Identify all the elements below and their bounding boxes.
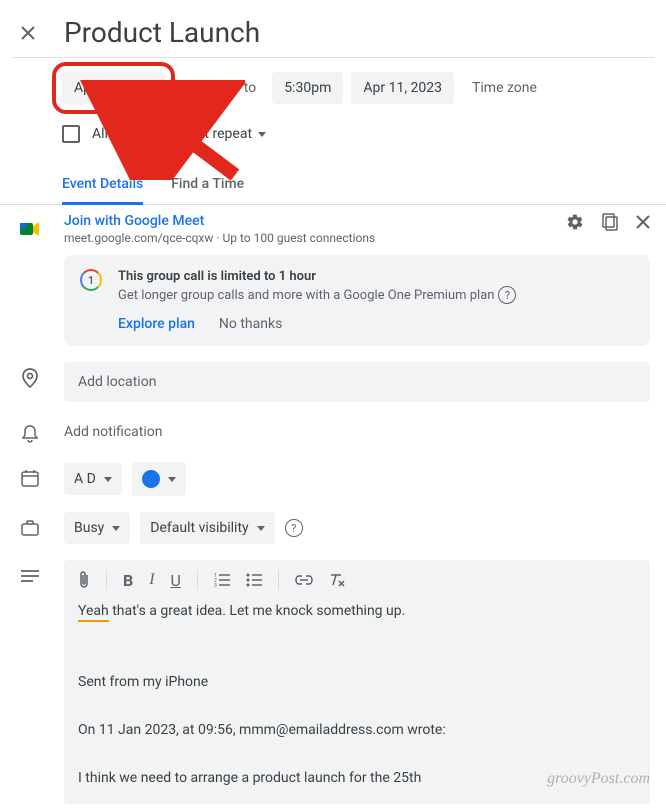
meet-icon: [20, 219, 40, 239]
link-button[interactable]: [295, 575, 313, 585]
promo-title: This group call is limited to 1 hour: [118, 269, 516, 284]
meet-url: meet.google.com/qce-cqxw: [64, 231, 213, 245]
timezone-button[interactable]: Time zone: [462, 72, 547, 104]
attach-icon[interactable]: [78, 571, 90, 589]
numbered-list-button[interactable]: 123: [214, 573, 230, 587]
separator: [197, 570, 198, 590]
chevron-down-icon: [258, 132, 266, 137]
calendar-owner-label: A D: [74, 471, 96, 487]
location-icon: [20, 368, 40, 388]
repeat-dropdown[interactable]: Does not repeat: [145, 120, 274, 148]
description-editor[interactable]: B I U 123 Yeah that's a great idea. Let …: [64, 560, 650, 804]
description-text[interactable]: Yeah that's a great idea. Let me knock s…: [78, 600, 636, 790]
location-input[interactable]: Add location: [64, 362, 650, 402]
add-notification-button[interactable]: Add notification: [64, 418, 650, 446]
busy-dropdown[interactable]: Busy: [64, 512, 130, 544]
bulleted-list-button[interactable]: [246, 573, 262, 587]
google-one-icon: 1: [80, 269, 102, 291]
briefcase-icon: [20, 518, 40, 538]
clear-formatting-button[interactable]: [329, 573, 345, 587]
watermark: groovyPost.com: [547, 770, 650, 788]
description-icon: [20, 566, 40, 586]
calendar-icon: [20, 468, 40, 488]
end-date-field[interactable]: Apr 11, 2023: [351, 72, 454, 104]
svg-text:3: 3: [214, 583, 217, 587]
start-time-field[interactable]: 4:30pm: [173, 72, 228, 104]
no-thanks-button[interactable]: No thanks: [219, 316, 282, 332]
bold-button[interactable]: B: [123, 571, 133, 590]
end-time-field[interactable]: 5:30pm: [272, 72, 343, 104]
tab-event-details[interactable]: Event Details: [62, 166, 143, 205]
busy-label: Busy: [74, 520, 104, 536]
italic-button[interactable]: I: [149, 571, 154, 589]
to-label: to: [236, 72, 264, 104]
promo-subtitle: Get longer group calls and more with a G…: [118, 288, 494, 303]
event-title[interactable]: Product Launch: [64, 16, 260, 49]
separator: [278, 570, 279, 590]
color-dot: [142, 470, 160, 488]
chevron-down-icon: [168, 477, 176, 482]
chevron-down-icon: [104, 477, 112, 482]
help-icon[interactable]: ?: [498, 286, 516, 304]
tab-find-a-time[interactable]: Find a Time: [171, 166, 244, 204]
explore-plan-button[interactable]: Explore plan: [118, 316, 195, 332]
all-day-label: All day: [92, 126, 133, 142]
copy-icon[interactable]: [602, 213, 618, 231]
calendar-owner-dropdown[interactable]: A D: [64, 463, 122, 495]
remove-meet-icon[interactable]: [636, 215, 650, 229]
gear-icon[interactable]: [566, 213, 584, 231]
chevron-down-icon: [257, 526, 265, 531]
promo-box: 1 This group call is limited to 1 hour G…: [64, 255, 650, 346]
close-icon[interactable]: [20, 25, 44, 41]
visibility-label: Default visibility: [150, 520, 248, 536]
start-date-field[interactable]: Apr 11, 2023: [62, 72, 165, 104]
bell-icon: [20, 424, 40, 444]
event-color-dropdown[interactable]: [132, 462, 186, 496]
separator: [106, 570, 107, 590]
help-icon[interactable]: ?: [285, 519, 303, 537]
repeat-label: Does not repeat: [153, 126, 252, 142]
chevron-down-icon: [112, 526, 120, 531]
meet-join-link[interactable]: Join with Google Meet: [64, 213, 375, 229]
underline-button[interactable]: U: [171, 571, 181, 590]
visibility-dropdown[interactable]: Default visibility: [140, 512, 274, 544]
meet-capacity: Up to 100 guest connections: [223, 231, 376, 245]
all-day-checkbox[interactable]: [62, 125, 80, 143]
